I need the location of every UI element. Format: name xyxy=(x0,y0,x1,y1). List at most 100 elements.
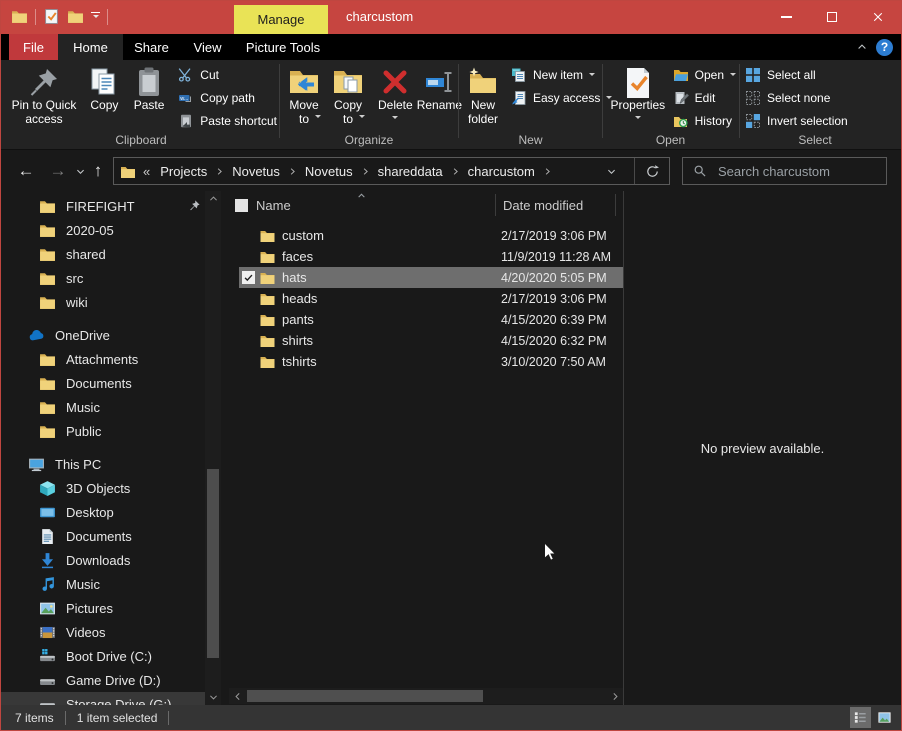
tab-picture-tools[interactable]: Picture Tools xyxy=(235,34,331,60)
sidebar-item[interactable]: Videos xyxy=(1,620,205,644)
history-button[interactable]: History xyxy=(673,109,736,132)
sidebar-item[interactable]: FIREFIGHT xyxy=(1,194,205,218)
tab-share[interactable]: Share xyxy=(123,34,180,60)
help-icon[interactable]: ? xyxy=(876,39,893,56)
forward-icon[interactable]: → xyxy=(45,150,71,192)
move-to-button[interactable]: Move to xyxy=(282,62,326,123)
rename-button[interactable]: Rename xyxy=(415,62,464,115)
pin-to-quick-access-button[interactable]: Pin to Quick access xyxy=(5,62,83,129)
properties-icon[interactable] xyxy=(43,8,60,25)
select-all-checkbox[interactable] xyxy=(235,199,248,212)
tab-view[interactable]: View xyxy=(180,34,235,60)
breadcrumb-item[interactable]: charcustom xyxy=(466,164,537,179)
details-view-button[interactable] xyxy=(850,707,871,728)
sidebar-item[interactable]: Downloads xyxy=(1,548,205,572)
paste-button[interactable]: Paste xyxy=(126,62,172,115)
sidebar-item[interactable]: Storage Drive (G:) xyxy=(1,692,205,705)
paste-shortcut-button[interactable]: Paste shortcut xyxy=(178,109,277,132)
chevron-right-icon[interactable] xyxy=(288,167,297,176)
select-none-button[interactable]: Select none xyxy=(745,86,848,109)
sidebar-item[interactable]: OneDrive xyxy=(1,323,205,347)
easy-access-button[interactable]: Easy access xyxy=(511,86,612,109)
open-button[interactable]: Open xyxy=(673,63,736,86)
horizontal-scrollbar[interactable] xyxy=(229,688,623,704)
sidebar-item[interactable]: Game Drive (D:) xyxy=(1,668,205,692)
table-row[interactable]: custom 2/17/2019 3:06 PM xyxy=(239,225,623,246)
breadcrumb-overflow[interactable]: « xyxy=(143,164,150,179)
address-dropdown-icon[interactable] xyxy=(598,166,624,177)
select-all-button[interactable]: Select all xyxy=(745,63,848,86)
scroll-down-icon[interactable] xyxy=(205,690,221,705)
sidebar-item[interactable]: Attachments xyxy=(1,347,205,371)
sidebar-item[interactable]: Music xyxy=(1,572,205,596)
new-folder-button[interactable]: New folder xyxy=(461,62,505,129)
table-row[interactable]: shirts 4/15/2020 6:32 PM xyxy=(239,330,623,351)
copy-path-button[interactable]: w... Copy path xyxy=(178,86,277,109)
chevron-right-icon[interactable] xyxy=(215,167,224,176)
column-divider[interactable] xyxy=(615,194,616,216)
button-label: Copy to xyxy=(328,99,368,127)
folder-icon[interactable] xyxy=(11,8,28,25)
scrollbar-thumb[interactable] xyxy=(247,690,483,702)
sidebar-item[interactable]: Music xyxy=(1,395,205,419)
sidebar-item[interactable]: Boot Drive (C:) xyxy=(1,644,205,668)
table-row[interactable]: tshirts 3/10/2020 7:50 AM xyxy=(239,351,623,372)
scrollbar-thumb[interactable] xyxy=(207,469,219,658)
search-box[interactable] xyxy=(682,157,887,185)
close-button[interactable] xyxy=(855,1,901,32)
sidebar-item[interactable]: src xyxy=(1,266,205,290)
sidebar-item[interactable]: shared xyxy=(1,242,205,266)
table-row[interactable]: faces 11/9/2019 11:28 AM xyxy=(239,246,623,267)
delete-button[interactable]: Delete xyxy=(376,62,415,124)
breadcrumb-item[interactable]: Novetus xyxy=(230,164,282,179)
customize-quick-access-icon[interactable] xyxy=(91,12,100,22)
manage-contextual-tab[interactable]: Manage xyxy=(234,5,328,34)
scroll-right-icon[interactable] xyxy=(607,688,623,704)
edit-button[interactable]: Edit xyxy=(673,86,736,109)
sidebar-item[interactable]: Desktop xyxy=(1,500,205,524)
tab-file[interactable]: File xyxy=(9,34,58,60)
new-item-button[interactable]: New item xyxy=(511,63,612,86)
column-header-name[interactable]: Name xyxy=(256,198,291,213)
address-bar[interactable]: « Projects Novetus Novetus shareddata ch… xyxy=(113,157,670,185)
tab-home[interactable]: Home xyxy=(58,34,123,60)
chevron-right-icon[interactable] xyxy=(361,167,370,176)
copy-button[interactable]: Copy xyxy=(83,62,126,115)
sidebar-item[interactable]: Public xyxy=(1,419,205,443)
column-header-date-modified[interactable]: Date modified xyxy=(503,198,583,213)
properties-button[interactable]: Properties xyxy=(605,62,671,124)
thumbnails-view-button[interactable] xyxy=(874,707,895,728)
chevron-right-icon[interactable] xyxy=(543,167,552,176)
row-checkbox[interactable] xyxy=(242,271,255,284)
sidebar-item[interactable]: Documents xyxy=(1,524,205,548)
chevron-right-icon[interactable] xyxy=(451,167,460,176)
column-divider[interactable] xyxy=(495,194,496,216)
copy-to-button[interactable]: Copy to xyxy=(326,62,370,123)
up-icon[interactable]: ↑ xyxy=(85,150,111,192)
breadcrumb-item[interactable]: Projects xyxy=(158,164,209,179)
breadcrumb-item[interactable]: Novetus xyxy=(303,164,355,179)
refresh-icon[interactable] xyxy=(635,158,669,184)
sidebar-item[interactable]: This PC xyxy=(1,452,205,476)
table-row[interactable]: pants 4/15/2020 6:39 PM xyxy=(239,309,623,330)
scroll-up-icon[interactable] xyxy=(205,191,221,206)
sidebar-scrollbar[interactable] xyxy=(205,191,221,705)
maximize-button[interactable] xyxy=(809,1,855,32)
scroll-left-icon[interactable] xyxy=(229,688,245,704)
cut-button[interactable]: Cut xyxy=(178,63,277,86)
search-input[interactable] xyxy=(716,163,876,180)
back-icon[interactable]: ← xyxy=(13,150,39,192)
breadcrumb-item[interactable]: shareddata xyxy=(376,164,445,179)
folder-icon[interactable] xyxy=(67,8,84,25)
invert-selection-button[interactable]: Invert selection xyxy=(745,109,848,132)
minimize-button[interactable] xyxy=(763,1,809,32)
sidebar-item[interactable]: 3D Objects xyxy=(1,476,205,500)
table-row[interactable]: hats 4/20/2020 5:05 PM xyxy=(239,267,623,288)
sidebar-item[interactable]: wiki xyxy=(1,290,205,314)
sidebar-item[interactable]: Pictures xyxy=(1,596,205,620)
folder-icon xyxy=(259,270,276,286)
collapse-ribbon-icon[interactable] xyxy=(856,41,868,53)
sidebar-item[interactable]: Documents xyxy=(1,371,205,395)
sidebar-item[interactable]: 2020-05 xyxy=(1,218,205,242)
table-row[interactable]: heads 2/17/2019 3:06 PM xyxy=(239,288,623,309)
